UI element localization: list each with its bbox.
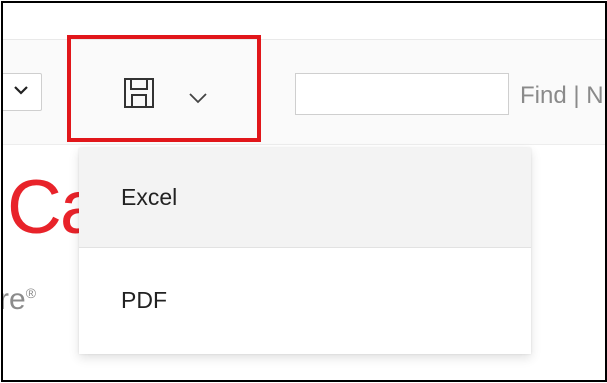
chevron-down-icon: [14, 86, 28, 95]
find-next-links[interactable]: Find | N: [520, 82, 604, 110]
brand-subtitle-text: re: [1, 283, 26, 316]
viewer-frame: Find | N Ca re® Excel PDF: [1, 1, 607, 382]
page-size-dropdown[interactable]: [3, 73, 42, 111]
menu-item-label: PDF: [121, 286, 167, 313]
brand-subtitle-fragment: re®: [1, 283, 37, 317]
menu-item-label: Excel: [121, 184, 178, 210]
registered-mark: ®: [25, 285, 37, 301]
menu-item-pdf[interactable]: PDF: [79, 250, 531, 350]
export-dropdown-button[interactable]: [67, 35, 261, 142]
menu-item-excel[interactable]: Excel: [79, 148, 531, 248]
save-icon: [124, 78, 154, 108]
chevron-down-icon: [189, 93, 207, 104]
find-text-input[interactable]: [295, 73, 509, 115]
export-format-menu: Excel PDF: [79, 148, 531, 354]
